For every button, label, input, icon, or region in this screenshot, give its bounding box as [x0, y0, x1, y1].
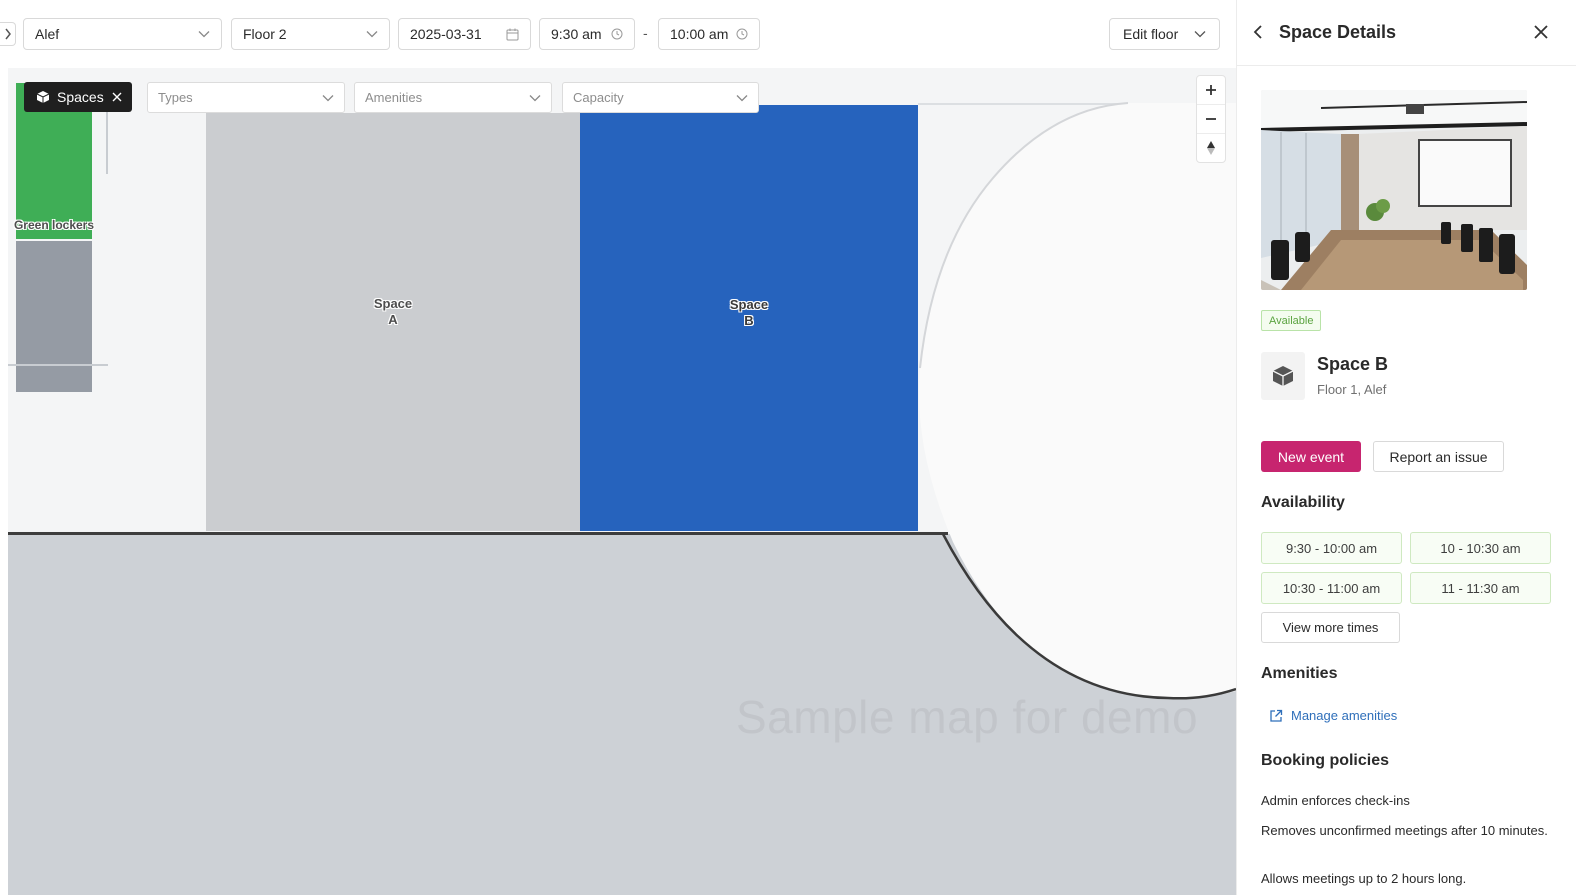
amenities-filter[interactable]: Amenities	[354, 82, 552, 113]
close-icon[interactable]	[1533, 24, 1549, 40]
chevron-down-icon	[366, 31, 378, 38]
chevron-down-icon	[736, 94, 748, 101]
close-icon[interactable]	[112, 92, 122, 102]
amenities-heading: Amenities	[1261, 665, 1338, 682]
end-time-picker[interactable]: 10:00 am	[658, 18, 760, 50]
zoom-in-button[interactable]	[1197, 76, 1225, 105]
space-details-panel: Space Details Available Space B Floor 1,…	[1236, 0, 1576, 895]
spaces-filter-chip[interactable]: Spaces	[24, 82, 132, 112]
map-watermark: Sample map for demo	[736, 691, 1199, 743]
chevron-down-icon	[322, 94, 334, 101]
view-more-times-button[interactable]: View more times	[1261, 612, 1400, 643]
manage-amenities-link[interactable]: Manage amenities	[1269, 708, 1397, 723]
chevron-right-icon	[4, 28, 11, 40]
floor-select-value: Floor 2	[243, 26, 287, 42]
zoom-controls	[1196, 75, 1226, 163]
policy-item: Allows meetings up to 2 hours long.	[1261, 871, 1467, 886]
space-a-label: Space A	[373, 296, 413, 327]
panel-title: Space Details	[1279, 22, 1397, 42]
amenities-filter-label: Amenities	[365, 90, 423, 105]
floor-map[interactable]: Green lockers Space A Space B Sample map…	[8, 68, 1236, 895]
cube-icon	[1272, 366, 1294, 386]
cube-icon	[36, 91, 50, 103]
space-type-icon-box	[1261, 352, 1305, 400]
chevron-left-icon[interactable]	[1253, 24, 1263, 40]
status-badge: Available	[1261, 310, 1322, 331]
time-slot-button[interactable]: 9:30 - 10:00 am	[1261, 532, 1402, 564]
types-filter-label: Types	[158, 90, 193, 105]
plus-icon	[1206, 85, 1216, 95]
start-time-value: 9:30 am	[551, 26, 602, 42]
space-b-label: Space B	[729, 297, 769, 328]
new-event-button[interactable]: New event	[1261, 441, 1361, 472]
green-lockers-label: Green lockers	[13, 218, 95, 232]
policy-item: Removes unconfirmed meetings after 10 mi…	[1261, 823, 1548, 838]
space-name: Space B	[1317, 354, 1389, 374]
types-filter[interactable]: Types	[147, 82, 345, 113]
expand-sidebar-button[interactable]	[0, 22, 16, 46]
time-separator: -	[643, 25, 648, 41]
zoom-out-button[interactable]	[1197, 105, 1225, 134]
space-photo	[1261, 90, 1527, 290]
building-select[interactable]: Alef	[23, 18, 222, 50]
policy-item: Admin enforces check-ins	[1261, 793, 1410, 808]
booking-policies-heading: Booking policies	[1261, 752, 1390, 769]
availability-heading: Availability	[1261, 494, 1345, 511]
round-room-shape	[918, 102, 1236, 700]
date-value: 2025-03-31	[410, 26, 482, 42]
end-time-value: 10:00 am	[670, 26, 729, 42]
chevron-down-icon	[529, 94, 541, 101]
edit-floor-button[interactable]: Edit floor	[1109, 18, 1220, 50]
clock-icon	[736, 28, 748, 40]
edit-floor-label: Edit floor	[1123, 26, 1179, 42]
space-location: Floor 1, Alef	[1317, 382, 1387, 397]
building-select-value: Alef	[35, 26, 60, 42]
time-slot-button[interactable]: 10 - 10:30 am	[1410, 532, 1551, 564]
compass-icon	[1207, 141, 1215, 155]
report-issue-button[interactable]: Report an issue	[1373, 441, 1504, 472]
date-picker[interactable]: 2025-03-31	[398, 18, 531, 50]
spaces-chip-label: Spaces	[57, 89, 104, 105]
chevron-down-icon	[1194, 31, 1206, 38]
panel-header: Space Details	[1237, 0, 1576, 66]
minus-icon	[1206, 118, 1216, 120]
external-link-icon	[1270, 709, 1283, 722]
capacity-filter[interactable]: Capacity	[562, 82, 759, 113]
manage-amenities-label: Manage amenities	[1291, 708, 1398, 723]
calendar-icon	[506, 28, 519, 40]
floor-select[interactable]: Floor 2	[231, 18, 390, 50]
top-toolbar: Alef Floor 2 2025-03-31 9:30 am - 10:00 …	[0, 0, 1236, 68]
clock-icon	[611, 28, 623, 40]
start-time-picker[interactable]: 9:30 am	[539, 18, 635, 50]
reset-north-button[interactable]	[1197, 134, 1225, 162]
time-slot-button[interactable]: 10:30 - 11:00 am	[1261, 572, 1402, 604]
chevron-down-icon	[198, 31, 210, 38]
time-slot-button[interactable]: 11 - 11:30 am	[1410, 572, 1551, 604]
capacity-filter-label: Capacity	[573, 90, 624, 105]
